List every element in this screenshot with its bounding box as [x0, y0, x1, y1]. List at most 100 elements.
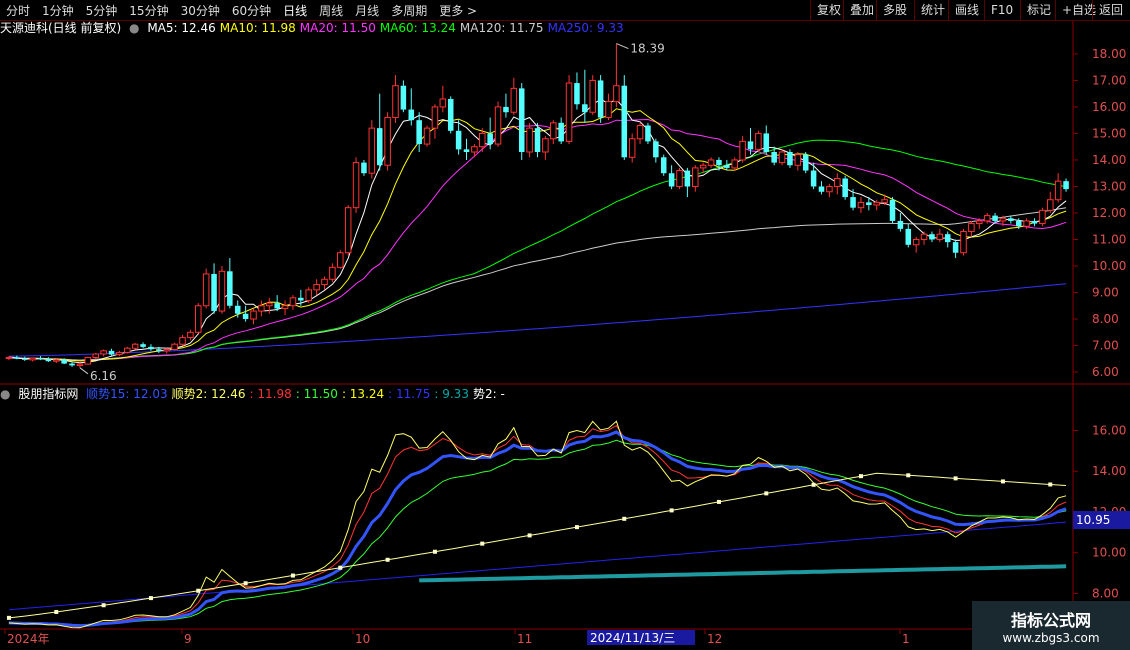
candle-body-up [968, 223, 975, 233]
candle-body-up [116, 351, 123, 356]
candle-body-down [211, 273, 217, 312]
candle-body-up [1047, 199, 1054, 211]
candle-body-up [29, 357, 36, 361]
candle-body-down [802, 154, 809, 171]
ind-tick-label: 14.00 [1092, 464, 1126, 478]
candle-body-down [653, 141, 659, 158]
candle-body-down [227, 271, 233, 306]
candle-body-up [983, 215, 991, 222]
candle-body-down [21, 358, 28, 360]
candle-body-down [818, 186, 825, 192]
ind-dot [385, 557, 390, 562]
candle-body-down [582, 104, 588, 113]
candle-body-up [881, 199, 888, 203]
kline-chart[interactable]: 18.396.16 18.0017.0016.0015.0014.0013.00… [0, 0, 1130, 650]
candle-body-down [408, 109, 415, 121]
candle-body-down [810, 170, 817, 187]
candle-body-down [747, 141, 754, 150]
ind-dot [290, 573, 295, 578]
candle-body-up [195, 305, 202, 333]
candle-body-down [944, 234, 951, 243]
candle-body-down [1008, 218, 1014, 221]
candle-body-up [542, 138, 549, 153]
ind-tick-label: 16.00 [1092, 424, 1126, 438]
candle-body-down [842, 178, 848, 198]
candle-body-down [929, 234, 935, 240]
candle-body-up [692, 167, 699, 187]
candle-body-up [739, 140, 746, 161]
ind-dot [716, 499, 721, 504]
candle-body-down [905, 228, 912, 245]
ind-dot [1048, 482, 1053, 487]
candle-body-up [471, 146, 478, 153]
candle-body-up [857, 201, 865, 209]
x-tick-label: 11 [517, 632, 532, 646]
low-marker-label: 6.16 [90, 369, 117, 383]
candle-body-down [108, 350, 115, 355]
candle-body-down [1015, 220, 1022, 227]
candle-body-down [37, 358, 44, 360]
candle-body-up [171, 343, 178, 351]
candle-body-up [494, 106, 502, 145]
ind-dot [527, 533, 532, 538]
ind-dot [906, 473, 911, 478]
candle-body-down [660, 157, 667, 174]
low-marker-line [79, 367, 89, 375]
candle-body-down [866, 202, 872, 206]
ind-tick-label: 8.00 [1092, 586, 1119, 600]
main-tick-label: 18.00 [1092, 47, 1126, 61]
ind-dot [54, 609, 59, 614]
candle-body-down [61, 359, 67, 364]
main-tick-label: 11.00 [1092, 232, 1126, 246]
candle-body-up [936, 233, 944, 240]
main-tick-label: 12.00 [1092, 206, 1126, 220]
watermark-url: www.zbgs3.com [1002, 630, 1100, 645]
candle-body-up [266, 302, 273, 307]
watermark: 指标公式网 www.zbgs3.com [972, 601, 1130, 650]
candle-body-up [912, 238, 920, 246]
candle-body-up [305, 289, 312, 301]
ind-dot [811, 482, 816, 487]
candle-body-down [684, 170, 691, 187]
candle-body-down [1063, 181, 1069, 190]
candle-body-down [45, 359, 52, 362]
main-tick-label: 13.00 [1092, 179, 1126, 193]
candle-body-down [503, 106, 509, 113]
x-tick-label: 9 [184, 632, 192, 646]
main-tick-label: 8.00 [1092, 312, 1119, 326]
candle-body-up [605, 101, 612, 119]
candle-body-up [873, 201, 880, 206]
candle-body-up [329, 266, 336, 280]
candle-body-up [313, 284, 320, 291]
ind-dot [1000, 479, 1005, 484]
candle-body-up [707, 159, 715, 166]
high-marker-line [616, 43, 629, 50]
ind-line-teal [419, 564, 1067, 583]
candle-body-up [250, 310, 257, 320]
candle-body-up [731, 159, 738, 169]
candle-body-down [992, 215, 998, 221]
candle-body-up [960, 231, 967, 254]
candle-body-up [218, 270, 226, 312]
cursor-date-label: 2024/11/13/三 [590, 631, 675, 645]
ind-dot [480, 541, 485, 546]
candle-body-up [526, 127, 533, 153]
ind-dot [622, 516, 627, 521]
candle-body-down [156, 349, 162, 351]
candle-body-up [628, 138, 636, 158]
candle-body-down [416, 120, 422, 145]
candle-body-up [834, 178, 841, 187]
candle-body-down [787, 152, 793, 166]
candle-body-up [976, 220, 983, 225]
candle-body-up [999, 217, 1007, 222]
candle-body-down [447, 98, 454, 131]
candle-body-down [645, 125, 651, 142]
main-tick-label: 10.00 [1092, 259, 1126, 273]
candle-body-down [716, 159, 722, 166]
ind-dot [858, 474, 863, 479]
candle-body-down [376, 128, 383, 166]
candle-body-up [344, 207, 352, 254]
candle-body-up [163, 349, 170, 352]
candle-body-down [574, 83, 580, 105]
candle-body-down [487, 133, 493, 145]
